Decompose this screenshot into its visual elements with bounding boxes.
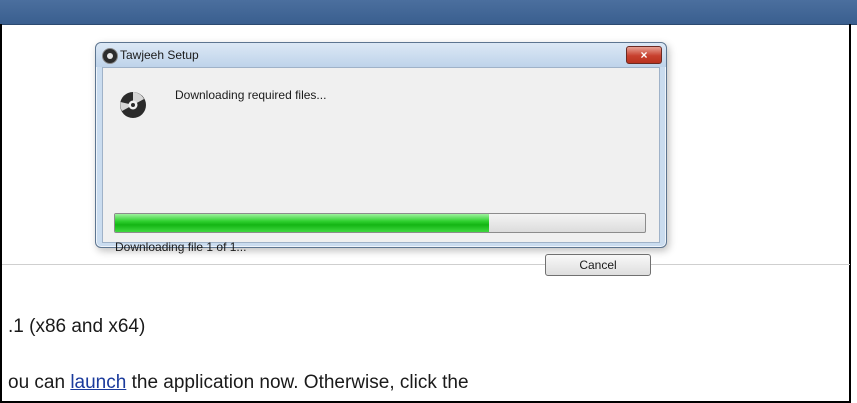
launch-sentence: ou can launch the application now. Other…: [8, 372, 469, 394]
version-text: .1 (x86 and x64): [8, 316, 146, 337]
close-button[interactable]: ×: [626, 46, 662, 64]
launch-suffix: the application now. Otherwise, click th…: [126, 372, 469, 393]
download-progress-bar: [114, 213, 646, 233]
disc-icon: [102, 48, 118, 64]
cancel-button[interactable]: Cancel: [545, 254, 651, 276]
dialog-body: Downloading required files... Downloadin…: [102, 67, 660, 276]
dialog-titlebar[interactable]: Tawjeeh Setup ×: [96, 43, 666, 67]
file-status-text: Downloading file 1 of 1...: [115, 240, 247, 254]
right-border: [849, 24, 851, 403]
status-message: Downloading required files...: [175, 88, 327, 102]
disc-icon: [120, 92, 146, 118]
setup-dialog: Tawjeeh Setup × Downloading required fil…: [95, 42, 667, 276]
browser-page: .1 (x86 and x64) ou can launch the appli…: [0, 0, 857, 403]
dialog-title: Tawjeeh Setup: [120, 48, 199, 62]
divider: [2, 264, 850, 265]
launch-prefix: ou can: [8, 372, 71, 393]
left-border: [0, 24, 2, 403]
progress-fill: [115, 214, 489, 232]
launch-link[interactable]: launch: [70, 372, 126, 393]
page-header-bar: [0, 0, 857, 25]
